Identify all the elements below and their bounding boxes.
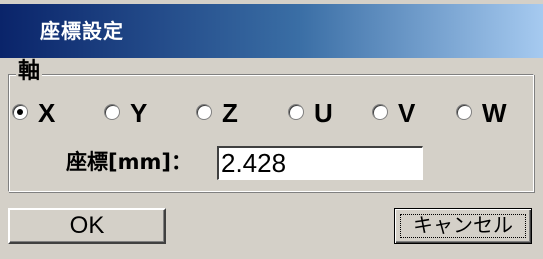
radio-label-y[interactable]: Y (130, 96, 147, 130)
radio-label-x[interactable]: X (38, 96, 55, 130)
axis-radio-group: X Y Z U V W (12, 96, 532, 130)
radio-button-icon[interactable] (372, 104, 388, 120)
window-title: 座標設定 (40, 19, 124, 43)
cancel-button[interactable]: キャンセル (394, 208, 532, 244)
radio-button-icon[interactable] (456, 104, 472, 120)
radio-label-v[interactable]: V (398, 96, 415, 130)
ok-button[interactable]: OK (8, 208, 166, 244)
radio-button-icon[interactable] (104, 104, 120, 120)
title-bar[interactable]: 座標設定 (0, 4, 543, 58)
radio-button-icon[interactable] (12, 104, 28, 120)
axis-group-label: 軸 (16, 59, 43, 84)
radio-selected-dot (17, 109, 23, 115)
coordinate-label: 座標[mm]： (66, 150, 192, 174)
radio-button-icon[interactable] (196, 104, 212, 120)
coordinate-input[interactable] (217, 146, 423, 180)
radio-label-u[interactable]: U (314, 96, 333, 130)
radio-button-icon[interactable] (288, 104, 304, 120)
radio-label-z[interactable]: Z (222, 96, 238, 130)
cancel-button-label: キャンセル (413, 213, 513, 237)
radio-label-w[interactable]: W (482, 96, 507, 130)
coordinate-settings-dialog: 座標設定 軸 X Y Z U V W 座標[mm]： OK (0, 0, 543, 259)
